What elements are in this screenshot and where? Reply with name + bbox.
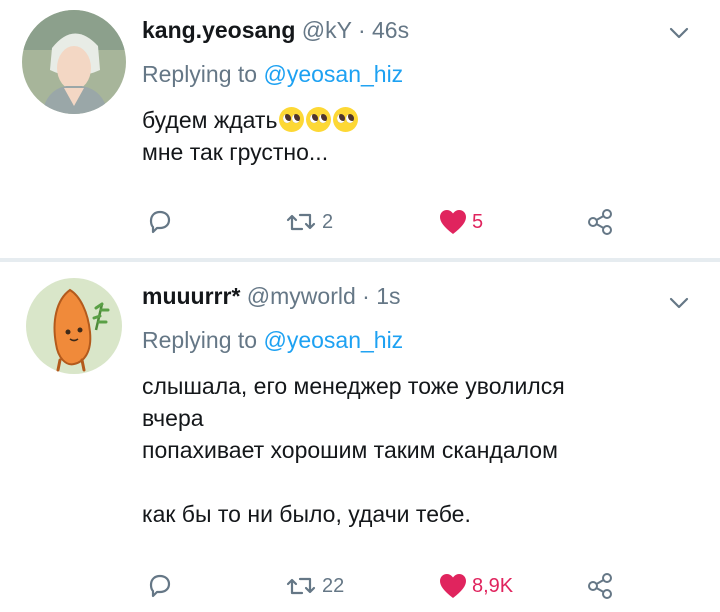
chevron-down-icon[interactable] xyxy=(668,22,690,44)
retweet-count: 2 xyxy=(322,210,334,233)
like-button[interactable]: 5 xyxy=(438,202,483,242)
retweet-icon xyxy=(286,577,316,595)
handle[interactable]: @kY xyxy=(302,17,352,43)
pleading-face-icon xyxy=(306,107,332,132)
reply-mention-link[interactable]: @yeosan_hiz xyxy=(263,327,403,353)
reply-icon xyxy=(149,210,171,234)
timestamp[interactable]: 1s xyxy=(376,283,400,309)
replying-to-line: Replying to @yeosan_hiz xyxy=(142,324,700,356)
heart-icon xyxy=(440,574,466,598)
tweet-text-line: как бы то ни было, удачи тебе. xyxy=(142,501,471,527)
display-name[interactable]: muuurrr* xyxy=(142,283,240,309)
avatar[interactable] xyxy=(22,274,126,378)
share-button[interactable] xyxy=(585,566,615,606)
like-button[interactable]: 8,9K xyxy=(438,566,513,606)
display-name[interactable]: kang.yeosang xyxy=(142,17,295,43)
share-icon xyxy=(588,573,612,599)
retweet-icon xyxy=(286,213,316,231)
tweet[interactable]: kang.yeosang @kY · 46s Replying to @yeos… xyxy=(0,0,720,258)
separator: · xyxy=(357,17,366,43)
pleading-face-icon xyxy=(333,107,359,132)
pleading-face-icon xyxy=(279,107,305,132)
tweet-text: будем ждать мне так грустно... xyxy=(142,104,700,168)
handle[interactable]: @myworld xyxy=(247,283,356,309)
tweet-text: слышала, его менеджер тоже уволился вчер… xyxy=(142,370,700,530)
avatar[interactable] xyxy=(22,10,126,114)
tweet-text-line: слышала, его менеджер тоже уволился xyxy=(142,373,565,399)
reply-icon xyxy=(149,574,171,598)
like-count: 5 xyxy=(472,210,484,233)
retweet-button[interactable]: 22 xyxy=(284,566,344,606)
tweet-text-line: попахивает хорошим таким скандалом xyxy=(142,437,558,463)
separator: · xyxy=(362,283,370,309)
replying-label: Replying to xyxy=(142,61,258,87)
timestamp[interactable]: 46s xyxy=(372,17,409,43)
reply-button[interactable] xyxy=(145,202,179,242)
tweet-feed: kang.yeosang @kY · 46s Replying to @yeos… xyxy=(0,0,720,612)
reply-mention-link[interactable]: @yeosan_hiz xyxy=(263,61,403,87)
like-count: 8,9K xyxy=(472,574,514,597)
reply-button[interactable] xyxy=(145,566,179,606)
tweet-actions: 2 5 xyxy=(0,202,720,242)
replying-to-line: Replying to @yeosan_hiz xyxy=(142,58,700,90)
retweet-count: 22 xyxy=(322,574,345,597)
tweet[interactable]: muuurrr* @myworld · 1s Replying to @yeos… xyxy=(0,262,720,612)
chevron-down-icon[interactable] xyxy=(668,292,690,314)
share-button[interactable] xyxy=(585,202,615,242)
tweet-actions: 22 8,9K xyxy=(0,566,720,606)
tweet-text-line: будем ждать xyxy=(142,107,278,133)
heart-icon xyxy=(440,210,466,234)
retweet-button[interactable]: 2 xyxy=(284,202,333,242)
share-icon xyxy=(588,209,612,235)
tweet-text-line: мне так грустно... xyxy=(142,139,329,165)
emoji-group xyxy=(279,107,359,132)
replying-label: Replying to xyxy=(142,327,258,353)
tweet-text-line xyxy=(142,466,700,498)
tweet-text-line: вчера xyxy=(142,405,204,431)
